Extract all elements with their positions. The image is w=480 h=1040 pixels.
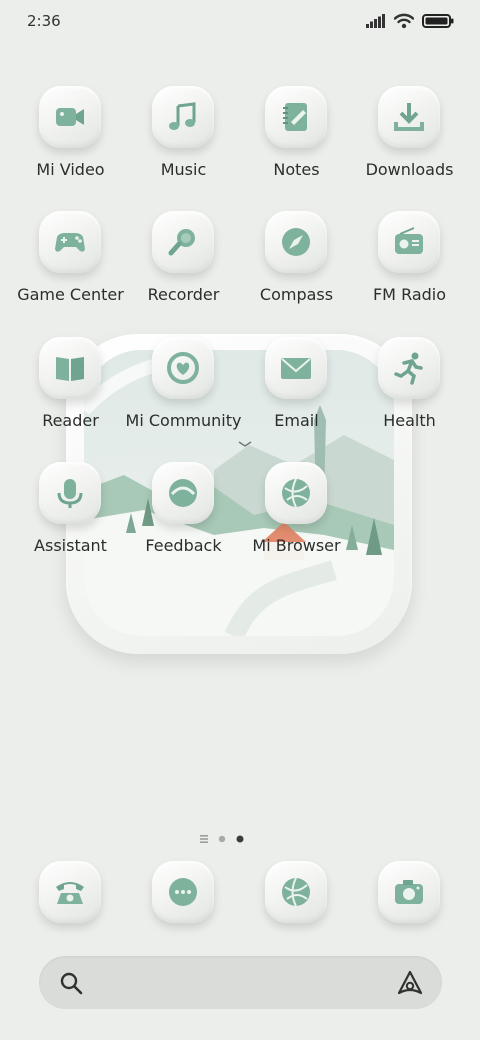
visual-search-icon[interactable] xyxy=(396,969,424,997)
running-person-icon xyxy=(394,352,423,385)
app-mi-video[interactable]: Mi Video xyxy=(14,86,127,206)
app-mi-browser[interactable]: Mi Browser xyxy=(240,462,353,582)
globe-icon xyxy=(282,478,310,508)
app-mi-community[interactable]: Mi Community xyxy=(126,337,241,457)
status-time: 2:36 xyxy=(27,12,61,30)
download-icon xyxy=(394,103,424,131)
wifi-icon xyxy=(394,13,414,29)
app-tile[interactable] xyxy=(378,337,440,399)
video-camera-icon xyxy=(56,108,84,126)
app-tile[interactable] xyxy=(152,211,214,273)
app-tile[interactable] xyxy=(265,86,327,148)
app-tile[interactable] xyxy=(39,211,101,273)
app-reader[interactable]: Reader xyxy=(14,337,127,457)
app-tile[interactable] xyxy=(265,337,327,399)
status-icons xyxy=(366,12,454,30)
book-icon xyxy=(56,357,84,381)
page-list-indicator[interactable] xyxy=(200,835,208,843)
app-tile[interactable] xyxy=(378,86,440,148)
heart-icon xyxy=(167,352,199,384)
compass-icon xyxy=(282,228,310,256)
messages-icon xyxy=(169,878,197,906)
app-tile[interactable] xyxy=(378,861,440,923)
envelope-icon xyxy=(281,358,311,379)
app-assistant[interactable]: Assistant xyxy=(14,462,127,582)
app-tile[interactable] xyxy=(39,462,101,524)
app-compass[interactable]: Compass xyxy=(240,211,353,331)
app-tile[interactable] xyxy=(152,86,214,148)
app-tile[interactable] xyxy=(39,861,101,923)
signal-icon xyxy=(366,14,385,28)
app-label: FM Radio xyxy=(372,285,447,304)
browser-globe-icon xyxy=(282,877,310,907)
app-tile[interactable] xyxy=(265,211,327,273)
app-tile[interactable] xyxy=(152,462,214,524)
app-tile[interactable] xyxy=(265,861,327,923)
page-dot[interactable] xyxy=(218,835,226,843)
music-note-icon xyxy=(169,102,196,130)
app-tile[interactable] xyxy=(152,861,214,923)
search-bar[interactable] xyxy=(39,956,442,1009)
app-tile[interactable] xyxy=(152,337,214,399)
page-dot-active[interactable] xyxy=(236,835,244,843)
app-feedback[interactable]: Feedback xyxy=(127,462,240,582)
app-music[interactable]: Music xyxy=(127,86,240,206)
gamepad-icon xyxy=(55,233,85,252)
app-fm-radio[interactable]: FM Radio xyxy=(353,211,466,331)
app-recorder[interactable]: Recorder xyxy=(127,211,240,331)
app-tile[interactable] xyxy=(39,86,101,148)
app-downloads[interactable]: Downloads xyxy=(353,86,466,206)
notepad-icon xyxy=(283,103,307,131)
page-indicator[interactable] xyxy=(200,830,280,843)
app-health[interactable]: Health xyxy=(353,337,466,457)
app-label: Mi Browser xyxy=(252,536,341,555)
phone-icon xyxy=(56,882,84,904)
app-game-center[interactable]: Game Center xyxy=(14,211,127,331)
assistant-mic-icon xyxy=(57,479,83,508)
app-email[interactable]: Email xyxy=(240,337,353,457)
battery-icon xyxy=(422,14,454,28)
app-notes[interactable]: Notes xyxy=(240,86,353,206)
app-label: Downloads xyxy=(365,160,454,179)
feedback-icon xyxy=(169,479,197,507)
app-tile[interactable] xyxy=(378,211,440,273)
status-bar: 2:36 xyxy=(0,0,480,44)
app-tile[interactable] xyxy=(39,337,101,399)
app-tile[interactable] xyxy=(265,462,327,524)
camera-icon xyxy=(395,880,423,904)
radio-icon xyxy=(395,227,423,254)
microphone-recorder-icon xyxy=(168,229,195,256)
search-icon xyxy=(60,972,83,995)
app-label: Health xyxy=(383,411,436,430)
